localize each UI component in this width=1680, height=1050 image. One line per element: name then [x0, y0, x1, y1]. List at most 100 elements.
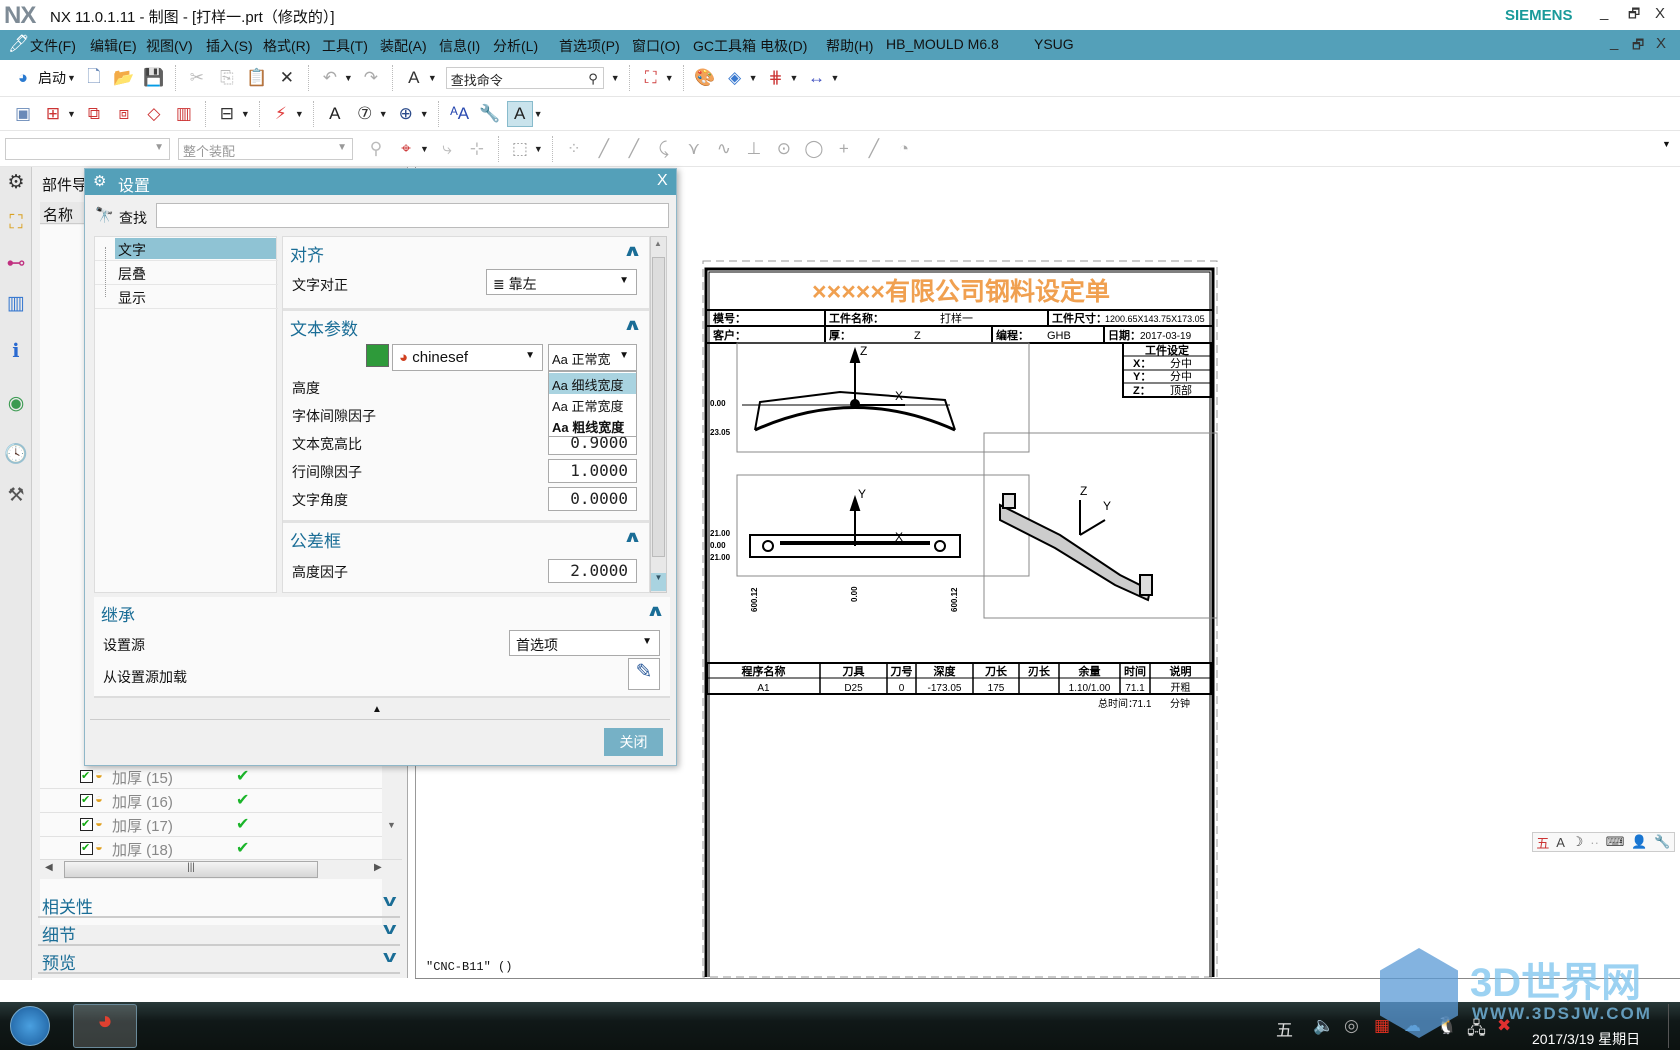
- front-view: [742, 346, 956, 432]
- ime-dots-icon[interactable]: ··: [1590, 835, 1599, 850]
- tree-item-stack[interactable]: 层叠: [95, 261, 278, 285]
- setup-x-label: X：: [1133, 358, 1151, 370]
- ime-five-icon[interactable]: 五: [1536, 833, 1549, 852]
- ime-user-icon[interactable]: 👤: [1631, 834, 1647, 850]
- webcam-icon[interactable]: ◎: [1344, 1016, 1359, 1036]
- scroll-down-button[interactable]: ▼: [651, 573, 666, 591]
- inherit-section: 继承 ∧ 设置源 首选项 ▼ 从设置源加载 ✎: [94, 597, 670, 698]
- option-thin-width[interactable]: Aa 细线宽度: [549, 373, 636, 394]
- text-color-swatch[interactable]: [366, 344, 389, 367]
- justify-label: 文字对正: [292, 277, 348, 293]
- table-header-cell: 刀具: [843, 665, 865, 678]
- align-section-header[interactable]: 对齐: [290, 241, 324, 266]
- text-width-options-list: Aa 细线宽度 Aa 正常宽度 Aa 粗线宽度: [548, 371, 637, 437]
- eyedropper-button[interactable]: ✎: [628, 658, 660, 690]
- char-gap-label: 字体间隙因子: [292, 408, 376, 424]
- close-button[interactable]: 关闭: [604, 728, 663, 756]
- ccl-app-icon[interactable]: ▦: [1374, 1016, 1390, 1036]
- height-factor-label: 高度因子: [292, 564, 348, 580]
- tree-item-text[interactable]: 文字: [95, 237, 278, 261]
- dim-label: 0.00: [710, 399, 726, 408]
- top-y-label: Y: [858, 487, 866, 501]
- expand-arrow-icon[interactable]: ▲: [372, 704, 382, 715]
- load-from-source-label: 从设置源加载: [103, 669, 187, 685]
- ime-moon-icon[interactable]: ☽: [1572, 834, 1584, 850]
- ime-tray-icon[interactable]: 五: [1276, 1016, 1293, 1041]
- mold-no-label: 模号：: [713, 311, 746, 325]
- option-label: 细线宽度: [571, 378, 624, 393]
- table-header-cell: 时间: [1124, 664, 1146, 678]
- qq-icon[interactable]: 🐧: [1436, 1016, 1457, 1036]
- network-icon[interactable]: 🖧: [1467, 1016, 1486, 1045]
- iso-z-label: Z: [1080, 484, 1087, 498]
- option-normal-width[interactable]: Aa 正常宽度: [549, 394, 636, 415]
- collapse-caret-icon[interactable]: ∧: [623, 527, 643, 547]
- top-x-label: X: [895, 530, 903, 544]
- start-orb-icon[interactable]: [10, 1006, 50, 1046]
- dim-label: 21.00: [710, 529, 731, 538]
- cloud-app-icon[interactable]: ☁: [1404, 1016, 1421, 1036]
- height-label: 高度: [292, 380, 320, 396]
- tolerance-section-header[interactable]: 公差框: [290, 527, 341, 552]
- date-label: 日期：: [1108, 328, 1141, 342]
- iso-view: [999, 493, 1153, 602]
- total-time-unit: 分钟: [1170, 697, 1190, 710]
- align-left-icon: ≣: [493, 276, 505, 292]
- binoculars-icon: 🔭: [95, 207, 114, 224]
- option-thick-width[interactable]: Aa 粗线宽度: [549, 415, 636, 436]
- dialog-header[interactable]: ⚙ 设置 X: [85, 169, 676, 195]
- status-bar: [415, 978, 1680, 1002]
- inherit-section-header[interactable]: 继承: [101, 601, 135, 626]
- tree-item-display[interactable]: 显示: [95, 285, 278, 309]
- text-angle-field[interactable]: 0.0000: [548, 487, 637, 511]
- collapse-caret-icon[interactable]: ∧: [623, 241, 643, 261]
- text-width-dropdown[interactable]: Aa 正常宽 ▼: [548, 344, 637, 371]
- total-time-value: 71.1: [1132, 699, 1152, 710]
- part-size-label: 工件尺寸：: [1052, 311, 1107, 325]
- scroll-thumb[interactable]: [652, 257, 665, 557]
- option-label: 正常宽度: [571, 399, 624, 414]
- text-params-section-header[interactable]: 文本参数: [290, 315, 358, 340]
- setup-y-label: Y：: [1133, 371, 1151, 383]
- nx-taskbar-button[interactable]: ◕: [73, 1004, 137, 1048]
- settings-dialog: ⚙ 设置 X 🔭 查找 文字 层叠 显示 对齐 ∧ 文字对正 ≣ 靠左 ▼ 文本参…: [84, 168, 677, 766]
- front-x-label: X: [895, 389, 903, 403]
- table-cell: 开粗: [1171, 682, 1191, 694]
- text-width-value: 正常宽: [571, 352, 611, 367]
- table-header-cell: 深度: [934, 664, 957, 678]
- justify-dropdown[interactable]: ≣ 靠左 ▼: [486, 269, 637, 295]
- line-gap-field[interactable]: 1.0000: [548, 459, 637, 483]
- table-header-cell: 刃长: [1028, 664, 1051, 678]
- volume-icon[interactable]: 🔈: [1313, 1016, 1334, 1036]
- search-label: 查找: [119, 210, 147, 226]
- collapse-caret-icon[interactable]: ∧: [646, 601, 666, 621]
- justify-value: 靠左: [508, 276, 537, 292]
- font-dropdown[interactable]: ◕ chinesef ▼: [392, 344, 543, 371]
- clock-date[interactable]: 2017/3/19 星期日: [1532, 1029, 1640, 1049]
- dim-label: 23.05: [710, 428, 731, 437]
- setup-x-value: 分中: [1170, 357, 1192, 370]
- tree-item-label: 层叠: [118, 266, 146, 282]
- windows-taskbar: ◕ 五 🔈 ◎ ▦ ☁ 🐧 🖧 ✖ 2017/3/19 星期日: [0, 1002, 1680, 1050]
- height-factor-field[interactable]: 2.0000: [548, 559, 637, 583]
- collapse-caret-icon[interactable]: ∧: [623, 315, 643, 335]
- ime-wrench-icon[interactable]: 🔧: [1654, 834, 1670, 850]
- ime-font-icon[interactable]: A: [1556, 835, 1565, 850]
- table-cell: 1.10/1.00: [1069, 683, 1111, 694]
- table-cell: 71.1: [1125, 683, 1145, 694]
- dialog-close-icon[interactable]: X: [657, 172, 668, 190]
- dim-label: 0.00: [850, 586, 859, 602]
- settings-source-dropdown[interactable]: 首选项 ▼: [509, 630, 660, 656]
- mute-error-icon[interactable]: ✖: [1497, 1016, 1511, 1036]
- table-cell: D25: [844, 683, 863, 694]
- programmer-label: 编程：: [996, 328, 1029, 342]
- settings-source-label: 设置源: [103, 637, 145, 653]
- settings-scrollbar[interactable]: ▲ ▼: [650, 236, 667, 593]
- settings-source-value: 首选项: [516, 637, 558, 653]
- dim-label: 21.00: [710, 553, 731, 562]
- ime-keyboard-icon[interactable]: ⌨: [1606, 834, 1625, 850]
- settings-search-input[interactable]: [156, 203, 669, 228]
- settings-content-panel: 对齐 ∧ 文字对正 ≣ 靠左 ▼ 文本参数 ∧ ◕ chinesef ▼ Aa 正常…: [282, 236, 650, 593]
- show-desktop-button[interactable]: [1668, 1004, 1678, 1048]
- customer-label: 客户：: [712, 328, 746, 342]
